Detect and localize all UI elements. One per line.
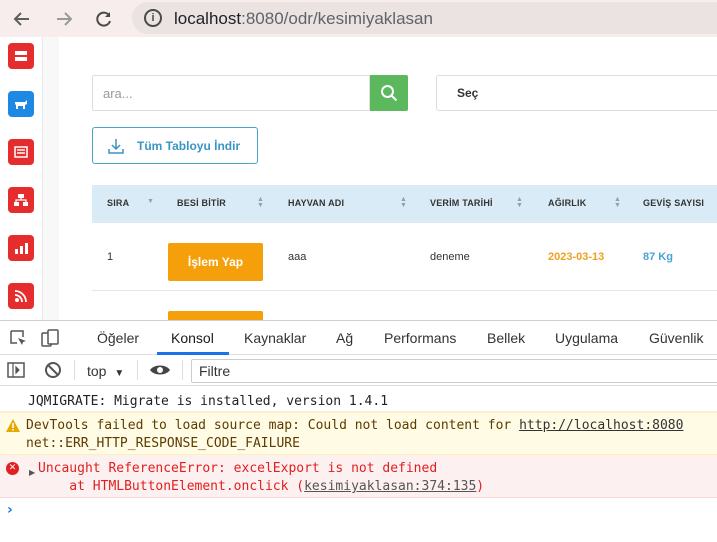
sort-icon[interactable]: ▲ ▼ (516, 196, 523, 209)
devtools-panel: Öğeler Konsol Kaynaklar Ağ Performans Be… (0, 320, 717, 542)
select-value: Seç (457, 86, 479, 100)
column-header-agirlik[interactable]: AĞIRLIK (548, 198, 586, 208)
divider (74, 360, 75, 380)
column-header-hayvan-adi[interactable]: HAYVAN ADI (288, 198, 344, 208)
table-header: SIRA ▼ BESİ BİTİR ▲ ▼ HAYVAN ADI ▲ ▼ VERİM… (92, 185, 717, 223)
process-button-partial[interactable] (168, 311, 263, 320)
column-header-verim-tarihi[interactable]: VERİM TARİHİ (430, 198, 493, 208)
tab-performance[interactable]: Performans (384, 330, 456, 346)
sidebar-gutter (43, 37, 59, 320)
tab-sources[interactable]: Kaynaklar (244, 330, 306, 346)
cell-gevis-sayisi: 87 Kg (643, 251, 673, 263)
sort-desc-icon[interactable]: ▼ (147, 198, 154, 205)
column-header-gevis-sayisi[interactable]: GEVİŞ SAYISI (643, 198, 704, 208)
list-icon[interactable] (8, 139, 34, 165)
tab-elements[interactable]: Öğeler (97, 330, 139, 346)
column-header-besi-bitir[interactable]: BESİ BİTİR (177, 198, 226, 208)
cell-agirlik: 2023-03-13 (548, 251, 605, 263)
tab-network[interactable]: Ağ (336, 330, 353, 346)
download-table-button[interactable]: Tüm Tabloyu İndir (92, 127, 258, 164)
rss-icon[interactable] (8, 283, 34, 309)
chevron-down-icon: ▼ (114, 368, 125, 379)
table-row: 1 İşlem Yap aaa deneme 2023-03-13 87 Kg (92, 223, 717, 291)
tab-memory[interactable]: Bellek (487, 330, 525, 346)
chart-icon[interactable] (8, 235, 34, 261)
select-dropdown[interactable]: Seç (436, 75, 717, 111)
cell-hayvan-adi: aaa (288, 251, 307, 263)
search-input[interactable] (92, 75, 370, 111)
context-selector[interactable]: top ▼ (87, 363, 124, 379)
download-label: Tüm Tabloyu İndir (137, 138, 241, 153)
sort-icon[interactable]: ▲ ▼ (257, 196, 264, 209)
server-icon[interactable] (8, 43, 34, 69)
sidebar (0, 37, 43, 320)
back-arrow-icon[interactable] (9, 6, 35, 32)
tab-security[interactable]: Güvenlik (649, 330, 703, 346)
devtools-tabbar: Öğeler Konsol Kaynaklar Ağ Performans Be… (0, 321, 717, 355)
sort-icon[interactable]: ▲ ▼ (400, 196, 407, 209)
error-icon: ✕ (6, 462, 19, 475)
console-warning-message: DevTools failed to load source map: Coul… (0, 412, 717, 455)
console-error-message: ✕ ▶ Uncaught ReferenceError: excelExport… (0, 455, 717, 498)
device-toolbar-icon[interactable] (40, 328, 60, 348)
search-button[interactable] (370, 75, 408, 111)
column-header-sira[interactable]: SIRA (107, 198, 129, 208)
cell-sira: 1 (107, 251, 114, 263)
process-button[interactable]: İşlem Yap (168, 243, 263, 281)
divider (137, 360, 138, 380)
tab-application[interactable]: Uygulama (555, 330, 618, 346)
search-icon (381, 85, 398, 102)
inspect-element-icon[interactable] (8, 328, 28, 348)
source-map-link[interactable]: http://localhost:8080 (519, 418, 683, 433)
console-log-message: JQMIGRATE: Migrate is installed, version… (0, 387, 717, 412)
address-bar[interactable]: i localhost:8080/odr/kesimiyaklasan (132, 2, 717, 34)
filter-input[interactable]: Filtre (191, 359, 717, 383)
sort-icon[interactable]: ▲ ▼ (614, 196, 621, 209)
console-prompt[interactable]: › (7, 502, 13, 518)
tab-console[interactable]: Konsol (171, 330, 214, 346)
console-toolbar: top ▼ Filtre (0, 355, 717, 386)
site-info-icon[interactable]: i (144, 9, 162, 27)
error-source-link[interactable]: kesimiyaklasan:374:135 (304, 479, 476, 494)
network-icon[interactable] (8, 187, 34, 213)
clear-console-icon[interactable] (44, 361, 62, 379)
forward-arrow-icon[interactable] (51, 6, 77, 32)
sidebar-toggle-icon[interactable] (7, 362, 25, 378)
main-content: Seç Tüm Tabloyu İndir SIRA ▼ BESİ BİTİR … (59, 37, 717, 320)
reload-icon[interactable] (91, 6, 117, 32)
expand-triangle-icon[interactable]: ▶ (29, 464, 35, 482)
cow-icon[interactable] (8, 91, 34, 117)
cell-verim-tarihi: deneme (430, 251, 470, 263)
download-icon (108, 138, 124, 154)
browser-toolbar: i localhost:8080/odr/kesimiyaklasan (0, 0, 717, 37)
divider (182, 360, 183, 380)
eye-icon[interactable] (149, 362, 171, 378)
url-text[interactable]: localhost:8080/odr/kesimiyaklasan (174, 9, 433, 29)
warning-icon (6, 419, 20, 432)
